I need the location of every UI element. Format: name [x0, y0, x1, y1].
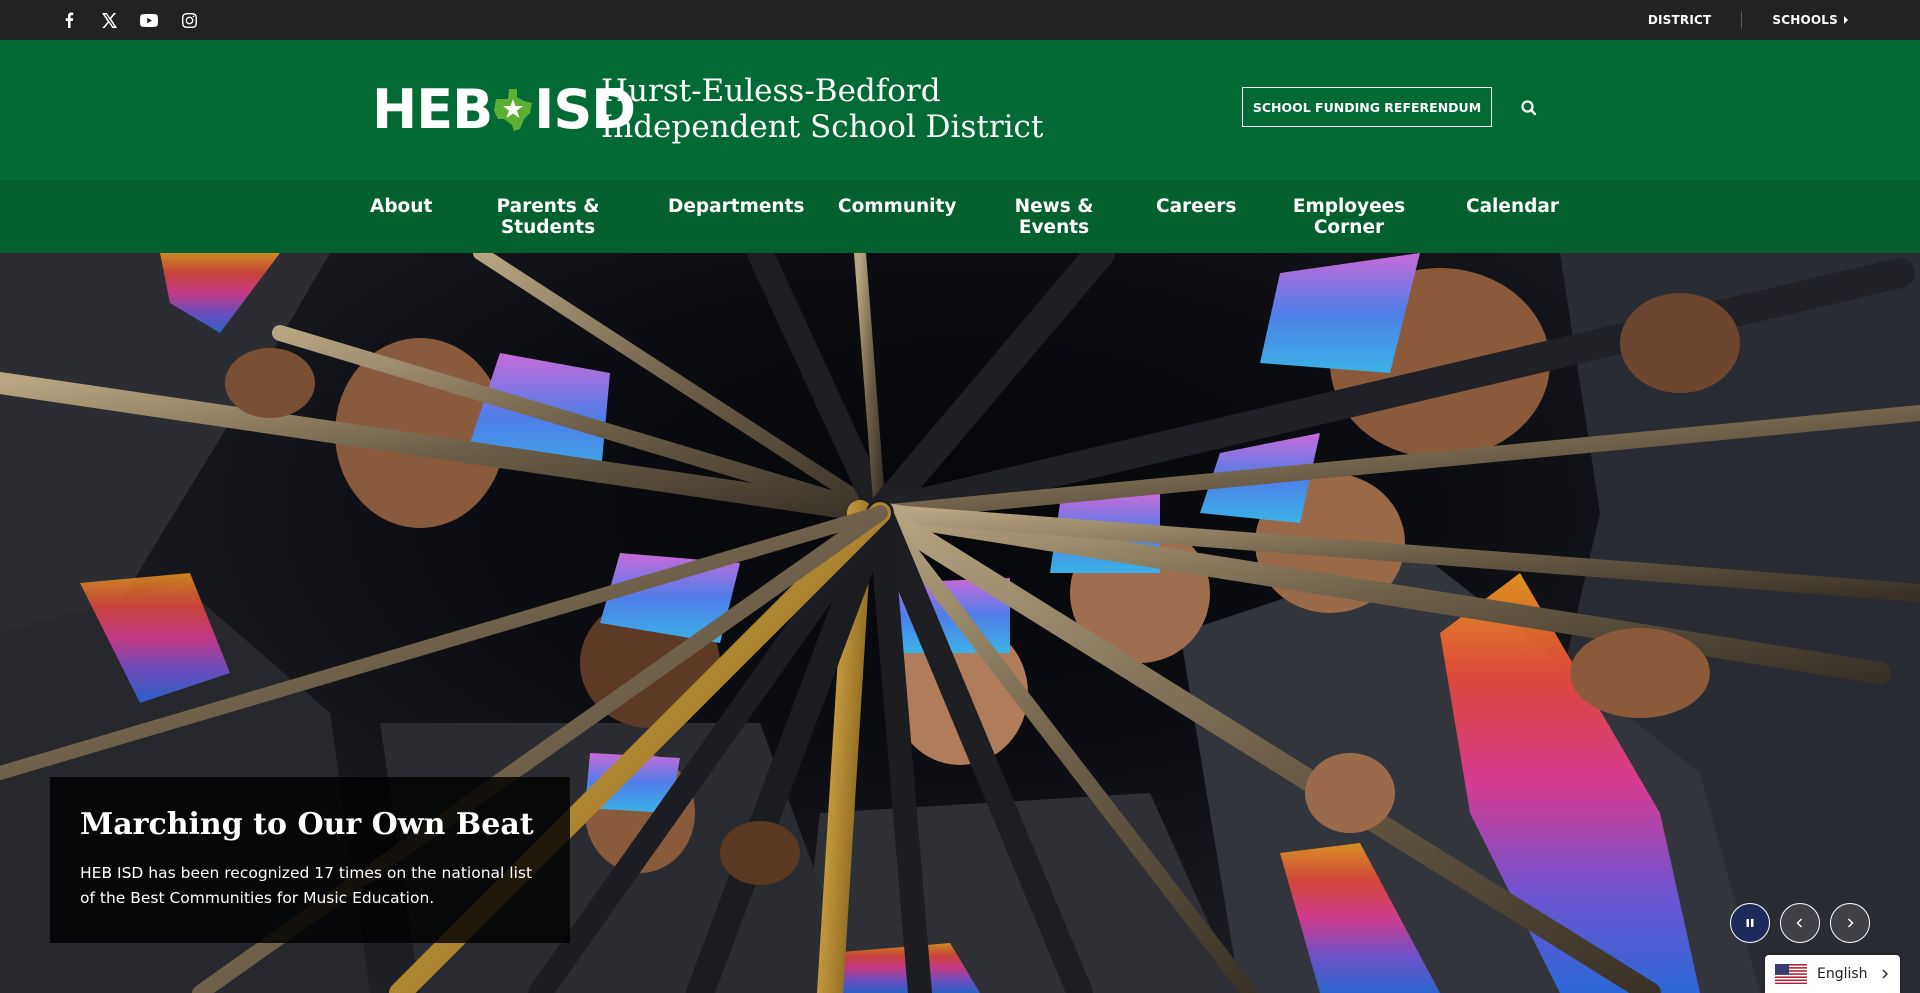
youtube-icon[interactable] [138, 8, 160, 32]
x-twitter-icon[interactable] [98, 8, 120, 32]
nav-community[interactable]: Community [838, 196, 956, 217]
search-icon [1521, 100, 1537, 116]
pause-icon [1746, 919, 1754, 927]
heb-isd-logo[interactable]: HEB ISD [372, 78, 636, 141]
texas-star-icon [494, 89, 533, 131]
hero-text: HEB ISD has been recognized 17 times on … [80, 864, 533, 907]
school-funding-referendum-button[interactable]: SCHOOL FUNDING REFERENDUM [1242, 87, 1492, 127]
caret-right-icon [1844, 16, 1848, 24]
language-label: English [1817, 966, 1868, 982]
schools-dropdown[interactable]: SCHOOLS [1741, 11, 1878, 29]
district-link[interactable]: DISTRICT [1618, 13, 1742, 27]
nav-calendar[interactable]: Calendar [1466, 196, 1559, 217]
chevron-right-icon [1848, 918, 1854, 928]
main-navigation: About Parents & Students Departments Com… [0, 180, 1920, 253]
site-header: HEB ISD Hurst-Euless-Bedford Independent… [0, 40, 1920, 180]
logo-text-left: HEB [372, 78, 493, 141]
social-links [58, 8, 200, 32]
nav-news-events[interactable]: News & Events [1010, 196, 1098, 238]
nav-departments[interactable]: Departments [668, 196, 804, 217]
pause-button[interactable] [1730, 903, 1770, 943]
hero-caption: Marching to Our Own Beat HEB ISD has bee… [50, 777, 570, 943]
hero-title: Marching to Our Own Beat [80, 807, 534, 842]
nav-parents-students[interactable]: Parents & Students [492, 196, 604, 238]
next-slide-button[interactable] [1830, 903, 1870, 943]
us-flag-icon [1775, 964, 1807, 984]
district-name[interactable]: Hurst-Euless-Bedford Independent School … [601, 73, 1121, 145]
instagram-icon[interactable] [178, 8, 200, 32]
language-selector[interactable]: English [1765, 955, 1900, 993]
search-button[interactable] [1518, 97, 1540, 119]
chevron-left-icon [1796, 918, 1802, 928]
nav-employees-corner[interactable]: Employees Corner [1290, 196, 1408, 238]
schools-label: SCHOOLS [1772, 13, 1838, 27]
utility-links: DISTRICT SCHOOLS [1618, 0, 1878, 40]
nav-careers[interactable]: Careers [1156, 196, 1236, 217]
chevron-right-icon [1882, 969, 1888, 979]
facebook-icon[interactable] [58, 8, 80, 32]
nav-about[interactable]: About [370, 196, 432, 217]
previous-slide-button[interactable] [1780, 903, 1820, 943]
utility-bar: DISTRICT SCHOOLS [0, 0, 1920, 40]
